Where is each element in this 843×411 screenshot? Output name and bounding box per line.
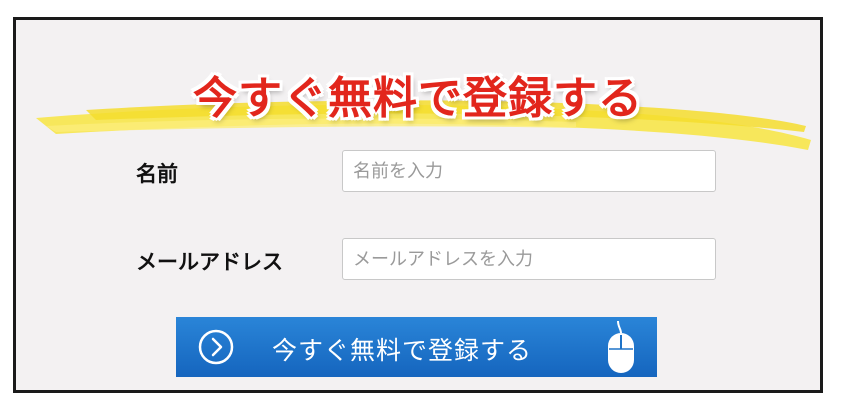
name-row: 名前 xyxy=(16,150,820,194)
email-row: メールアドレス xyxy=(16,238,820,282)
chevron-right-circle-icon xyxy=(198,329,234,365)
name-label: 名前 xyxy=(136,162,178,186)
hero-banner: 今すぐ無料で登録する xyxy=(16,52,820,162)
mouse-icon xyxy=(608,320,634,373)
hero-title: 今すぐ無料で登録する xyxy=(193,73,643,124)
register-button-label: 今すぐ無料で登録する xyxy=(272,336,533,365)
registration-panel: 今すぐ無料で登録する 名前 メールアドレス 今すぐ無料で登録する xyxy=(13,17,823,393)
email-label: メールアドレス xyxy=(136,250,283,274)
email-input[interactable] xyxy=(342,238,716,280)
name-input[interactable] xyxy=(342,150,716,192)
register-button[interactable]: 今すぐ無料で登録する xyxy=(176,317,657,377)
